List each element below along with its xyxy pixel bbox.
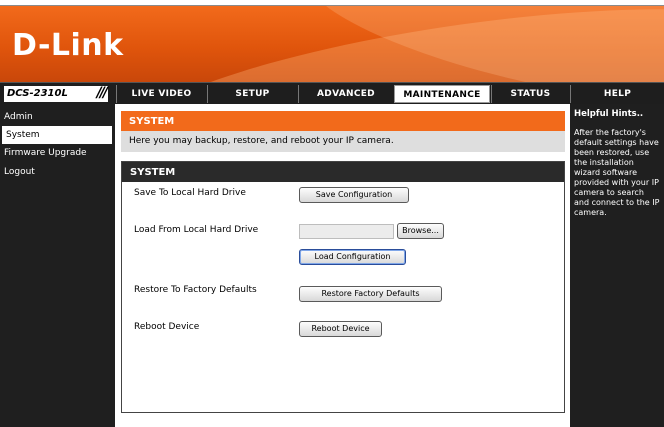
restore-defaults-label: Restore To Factory Defaults [134,285,257,295]
model-label: DCS-2310L /// [4,86,108,102]
model-name: DCS-2310L [7,88,68,99]
sidebar-item-system[interactable]: System [2,126,112,144]
load-local-label: Load From Local Hard Drive [134,225,259,235]
load-configuration-button[interactable]: Load Configuration [299,249,406,265]
tab-live-video[interactable]: LIVE VIDEO [116,85,206,103]
panel-title: SYSTEM [122,162,564,182]
tab-maintenance[interactable]: MAINTENANCE [394,85,490,103]
top-nav: DCS-2310L /// LIVE VIDEO SETUP ADVANCED … [0,82,664,104]
sidebar: Admin System Firmware Upgrade Logout [0,104,115,427]
save-configuration-button[interactable]: Save Configuration [299,187,409,203]
sidebar-item-admin[interactable]: Admin [0,108,115,126]
header-banner: D-Link [0,6,664,82]
dlink-logo: D-Link [12,28,124,63]
helpful-hints-panel: Helpful Hints.. After the factory's defa… [570,104,664,427]
tab-help[interactable]: HELP [570,85,664,103]
hints-title: Helpful Hints.. [574,109,644,119]
sidebar-item-logout[interactable]: Logout [0,163,115,181]
restore-factory-defaults-button[interactable]: Restore Factory Defaults [299,286,442,302]
tab-advanced[interactable]: ADVANCED [298,85,393,103]
hints-body: After the factory's default settings hav… [574,128,660,217]
tab-setup[interactable]: SETUP [207,85,297,103]
reboot-device-label: Reboot Device [134,322,200,332]
reboot-device-button[interactable]: Reboot Device [299,321,382,337]
file-path-input[interactable] [299,224,394,239]
tab-status[interactable]: STATUS [491,85,569,103]
browse-button[interactable]: Browse... [397,223,444,239]
model-slashes: /// [96,85,108,101]
system-panel: SYSTEM Save To Local Hard Drive Save Con… [121,161,565,413]
section-description: Here you may backup, restore, and reboot… [121,131,565,152]
section-title: SYSTEM [121,111,565,131]
save-local-label: Save To Local Hard Drive [134,188,246,198]
sidebar-item-firmware-upgrade[interactable]: Firmware Upgrade [0,144,115,162]
